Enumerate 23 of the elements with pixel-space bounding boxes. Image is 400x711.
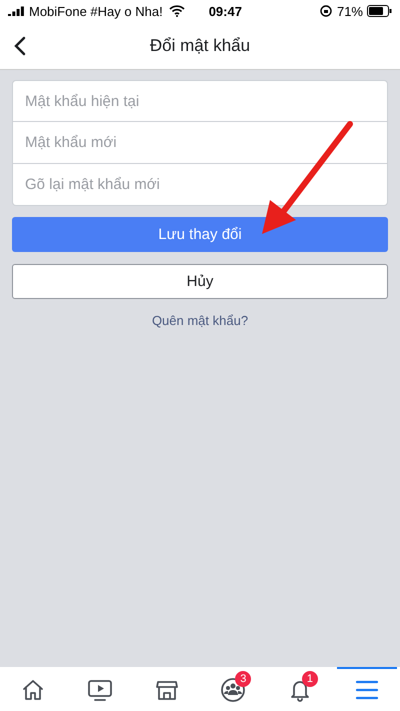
signal-icon <box>8 6 25 16</box>
cancel-button[interactable]: Hủy <box>12 264 388 299</box>
password-field[interactable]: Mật khẩu mới <box>12 122 388 164</box>
home-icon <box>21 678 46 702</box>
battery-icon <box>367 5 392 17</box>
video-icon <box>86 678 113 702</box>
page-title: Đổi mật khẩu <box>150 36 250 56</box>
battery-percent: 71% <box>336 4 363 18</box>
tab-bar-item[interactable]: 3 <box>203 667 264 711</box>
menu-icon <box>354 679 379 701</box>
tab-bar-item[interactable]: 1 <box>270 667 330 711</box>
back-icon[interactable] <box>14 36 26 56</box>
shop-icon <box>154 678 179 702</box>
forgot-password-link[interactable]: Quên mật khẩu? <box>152 313 248 328</box>
wifi-icon <box>168 5 185 17</box>
carrier-name: MobiFone #Hay o Nha! <box>29 4 163 18</box>
password-field[interactable]: Mật khẩu hiện tại <box>12 80 388 122</box>
notification-badge: 1 <box>302 671 318 687</box>
clock-time: 09:47 <box>208 4 242 18</box>
notification-badge: 3 <box>235 671 252 687</box>
password-field[interactable]: Gõ lại mật khẩu mới <box>12 164 388 206</box>
rotation-lock-icon <box>320 5 332 17</box>
save-button[interactable]: Lưu thay đổi <box>12 217 388 252</box>
